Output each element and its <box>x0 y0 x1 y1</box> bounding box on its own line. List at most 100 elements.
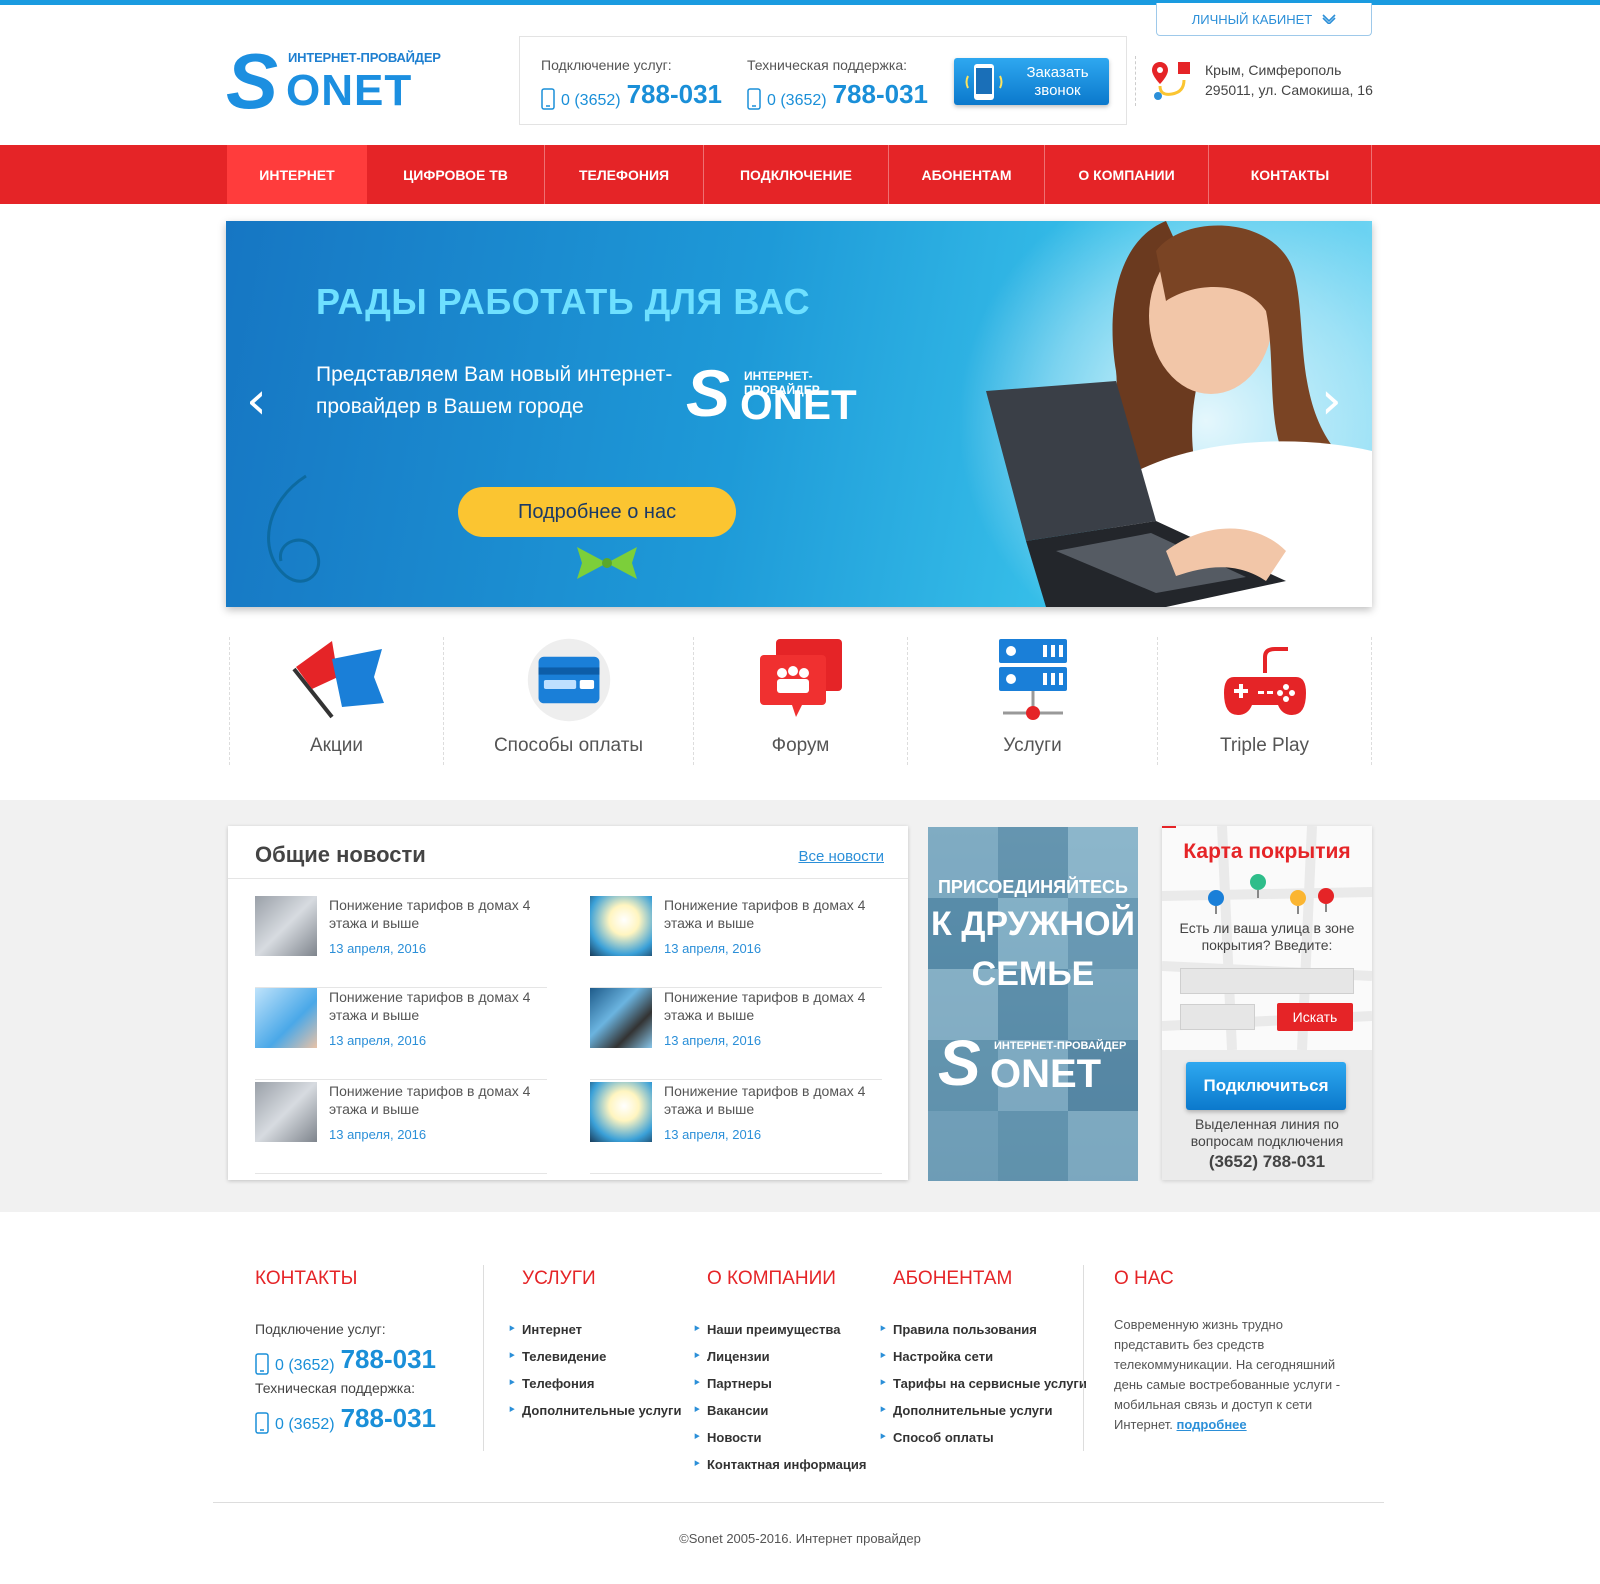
mobile-phone-icon <box>541 88 555 110</box>
chevron-down-icon <box>1322 14 1336 24</box>
more-about-us-button[interactable]: Подробнее о нас <box>458 487 736 537</box>
coverage-phone[interactable]: (3652) 788-031 <box>1162 1152 1372 1172</box>
footer-link[interactable]: Интернет <box>508 1321 681 1349</box>
feature-forum[interactable]: Форум <box>693 637 907 765</box>
news-item-text: Понижение тарифов в домах 4 этажа и выше <box>664 989 866 1023</box>
features-row: Акции Способы оплаты Форум Услуги Triple… <box>229 637 1372 765</box>
feature-services[interactable]: Услуги <box>907 637 1157 765</box>
footer-link[interactable]: Вакансии <box>693 1402 866 1430</box>
news-item[interactable]: Понижение тарифов в домах 4 этажа и выше… <box>590 896 882 988</box>
join-logo-subtitle: ИНТЕРНЕТ-ПРОВАЙДЕР <box>994 1040 1127 1052</box>
main-navigation: Интернет Цифровое ТВ Телефония Подключен… <box>0 145 1600 204</box>
footer-connection-phone[interactable]: 0 (3652) 788-031 <box>255 1344 436 1375</box>
personal-cabinet-button[interactable]: Личный кабинет <box>1156 3 1372 36</box>
house-number-input[interactable] <box>1180 1004 1255 1030</box>
server-icon <box>998 639 1067 720</box>
footer-link[interactable]: Телевидение <box>508 1348 681 1376</box>
flags-icon <box>291 641 384 719</box>
footer-link[interactable]: Правила пользования <box>879 1321 1087 1349</box>
footer-subscribers-title: Абонентам <box>893 1268 1013 1289</box>
footer-company-list: Наши преимущества Лицензии Партнеры Вака… <box>693 1321 866 1484</box>
news-item[interactable]: Понижение тарифов в домах 4 этажа и выше… <box>590 1082 882 1174</box>
nav-item-digital-tv[interactable]: Цифровое ТВ <box>367 145 545 204</box>
banner-next-arrow[interactable]: › <box>1321 371 1342 431</box>
footer-link[interactable]: Партнеры <box>693 1375 866 1403</box>
news-item[interactable]: Понижение тарифов в домах 4 этажа и выше… <box>255 896 547 988</box>
connection-phone[interactable]: 0 (3652) 788-031 <box>541 79 722 110</box>
nav-item-telephony[interactable]: Телефония <box>545 145 704 204</box>
join-family-banner[interactable]: Присоединяйтесь к дружной семье ИНТЕРНЕТ… <box>928 827 1138 1181</box>
copyright: ©Sonet 2005-2016. Интернет провайдер <box>679 1531 921 1546</box>
all-news-link[interactable]: Все новости <box>798 848 884 865</box>
footer-link[interactable]: Контактная информация <box>693 1456 866 1484</box>
join-line2: к дружной <box>931 905 1135 943</box>
footer-support-phone[interactable]: 0 (3652) 788-031 <box>255 1403 436 1434</box>
green-bow-icon <box>577 547 637 579</box>
footer-link[interactable]: Тарифы на сервисные услуги <box>879 1375 1087 1403</box>
news-title: Общие новости <box>255 842 426 867</box>
news-item-date: 13 апреля, 2016 <box>329 941 427 956</box>
feature-label: Способы оплаты <box>493 735 644 756</box>
footer-services-title: Услуги <box>522 1268 596 1289</box>
footer-connection-label: Подключение услуг: <box>255 1321 386 1337</box>
phone-number: 788-031 <box>832 79 929 109</box>
header-divider <box>1135 56 1136 106</box>
hero-banner: Рады работать для вас Представляем Вам н… <box>226 221 1372 607</box>
support-phone[interactable]: 0 (3652) 788-031 <box>747 79 928 110</box>
call-button-line1: Заказать <box>1026 63 1089 81</box>
banner-prev-arrow[interactable]: ‹ <box>246 371 267 431</box>
footer-link[interactable]: Дополнительные услуги <box>879 1402 1087 1430</box>
footer-link[interactable]: Лицензии <box>693 1348 866 1376</box>
credit-card-icon <box>527 638 610 722</box>
news-panel: Общие новости Все новости Понижение тари… <box>228 826 908 1180</box>
monitor-thumbnail <box>590 1082 652 1142</box>
news-item[interactable]: Понижение тарифов в домах 4 этажа и выше… <box>255 988 547 1080</box>
feature-label: Акции <box>309 735 364 756</box>
calculator-thumbnail <box>255 1082 317 1142</box>
feature-label: Услуги <box>1003 735 1062 756</box>
phone-code: 0 (3652) <box>561 92 621 109</box>
news-item[interactable]: Понижение тарифов в домах 4 этажа и выше… <box>590 988 882 1080</box>
feature-payment-methods[interactable]: Способы оплаты <box>443 637 693 765</box>
feature-triple-play[interactable]: Triple Play <box>1157 637 1372 765</box>
nav-item-subscribers[interactable]: Абонентам <box>889 145 1045 204</box>
divider <box>228 878 908 879</box>
nav-item-internet[interactable]: Интернет <box>227 145 367 204</box>
footer-link[interactable]: Настройка сети <box>879 1348 1087 1376</box>
feature-label: Triple Play <box>1219 735 1310 756</box>
news-item-text: Понижение тарифов в домах 4 этажа и выше <box>329 1083 531 1117</box>
footer-link[interactable]: Телефония <box>508 1375 681 1403</box>
search-button[interactable]: Искать <box>1277 1003 1353 1031</box>
nav-item-contacts[interactable]: Контакты <box>1209 145 1372 204</box>
news-item-text: Понижение тарифов в домах 4 этажа и выше <box>664 897 866 931</box>
read-more-link[interactable]: подробнее <box>1177 1417 1247 1432</box>
phone-number: 788-031 <box>340 1403 437 1433</box>
banner-title: Рады работать для вас <box>316 281 811 322</box>
phone-number: 788-031 <box>340 1344 437 1374</box>
cabinet-label: Личный кабинет <box>1191 11 1313 27</box>
news-item[interactable]: Понижение тарифов в домах 4 этажа и выше… <box>255 1082 547 1174</box>
dedicated-line-text: Выделенная линия по вопросам подключения <box>1190 1116 1344 1149</box>
nav-item-about[interactable]: О компании <box>1045 145 1209 204</box>
news-item-text: Понижение тарифов в домах 4 этажа и выше <box>329 989 531 1023</box>
footer-link[interactable]: Способ оплаты <box>879 1429 1087 1457</box>
connect-button[interactable]: Подключиться <box>1186 1062 1346 1110</box>
nav-item-connection[interactable]: Подключение <box>704 145 889 204</box>
footer-link[interactable]: Новости <box>693 1429 866 1457</box>
order-call-button[interactable]: Заказать звонок <box>954 58 1109 105</box>
tablet-thumbnail <box>255 988 317 1048</box>
connection-label: Подключение услуг: <box>541 57 672 73</box>
feature-promotions[interactable]: Акции <box>229 637 443 765</box>
map-route-icon <box>1152 62 1190 100</box>
news-item-date: 13 апреля, 2016 <box>664 1033 762 1048</box>
join-logo-letter: S <box>938 1027 981 1099</box>
smartphone-icon <box>965 63 1003 100</box>
coverage-map: Карта покрытия Есть ли ваша улица в зоне… <box>1162 826 1372 1050</box>
monitor-thumbnail <box>590 896 652 956</box>
site-logo[interactable]: ИНТЕРНЕТ-ПРОВАЙДЕР S ONET <box>226 37 446 125</box>
footer-services-list: Интернет Телевидение Телефония Дополните… <box>508 1321 681 1430</box>
map-corner-marker <box>1162 826 1176 828</box>
footer-link[interactable]: Наши преимущества <box>693 1321 866 1349</box>
footer-link[interactable]: Дополнительные услуги <box>508 1402 681 1430</box>
street-input[interactable] <box>1180 968 1354 994</box>
